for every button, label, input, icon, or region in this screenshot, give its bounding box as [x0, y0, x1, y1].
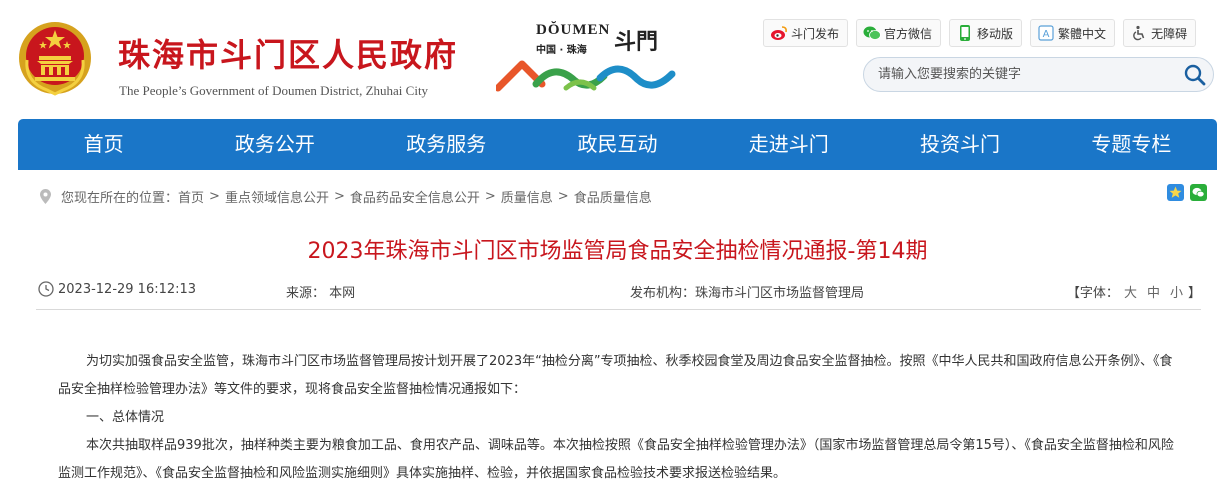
main-nav: 首页 政务公开 政务服务 政民互动 走进斗门 投资斗门 专题专栏	[18, 119, 1217, 170]
clock-icon	[38, 281, 54, 297]
article-paragraph: 本次共抽取样品939批次，抽样种类主要为粮食加工品、食用农产品、调味品等。本次抽…	[58, 438, 1174, 481]
doumen-logo: DŎUMEN 中国 · 珠海 斗門	[496, 22, 676, 100]
font-size-medium[interactable]: 中	[1147, 286, 1160, 301]
breadcrumb-separator: >	[557, 188, 569, 204]
font-size-bracket: 】	[1187, 286, 1201, 301]
breadcrumb-link-food-quality-info[interactable]: 食品质量信息	[574, 187, 652, 206]
breadcrumb-prefix: 您现在所在的位置：	[61, 190, 179, 206]
breadcrumb-separator: >	[484, 188, 496, 204]
breadcrumb-link-key-areas[interactable]: 重点领域信息公开	[225, 187, 329, 206]
site-title[interactable]: 珠海市斗门区人民政府	[118, 30, 458, 76]
site-subtitle: The People’s Government of Doumen Distri…	[119, 83, 429, 98]
nav-item-gov-affairs-open[interactable]: 政务公开	[189, 119, 360, 170]
traditional-chinese-icon: A	[1037, 24, 1055, 42]
traditional-chinese-link[interactable]: A 繁體中文	[1030, 19, 1116, 47]
breadcrumb: 您现在所在的位置： 首页 > 重点领域信息公开 > 食品药品安全信息公开 > 质…	[40, 187, 652, 206]
search-icon	[1184, 64, 1206, 86]
location-pin-icon	[40, 188, 51, 204]
share-buttons	[1167, 184, 1207, 201]
article-meta: 2023-12-29 16:12:13 来源： 本网 发布机构：珠海市斗门区市场…	[36, 275, 1201, 305]
font-size-small[interactable]: 小	[1170, 286, 1183, 301]
svg-text:A: A	[1043, 29, 1050, 40]
mobile-icon	[956, 24, 974, 42]
doumen-logo-brush: 斗門	[614, 29, 659, 55]
doumen-logo-cn: 中国 · 珠海	[536, 45, 587, 56]
article-title: 2023年珠海市斗门区市场监管局食品安全抽检情况通报-第14期	[307, 239, 928, 264]
font-size-label: 【字体：	[1066, 286, 1119, 301]
wechat-share-icon[interactable]	[1190, 184, 1207, 201]
search-button[interactable]	[1181, 61, 1209, 89]
mobile-link-label: 移动版	[977, 26, 1014, 41]
nav-item-special-topics[interactable]: 专题专栏	[1046, 119, 1217, 170]
weibo-icon	[770, 24, 788, 42]
nav-item-interaction[interactable]: 政民互动	[532, 119, 703, 170]
wechat-link-label: 官方微信	[884, 26, 933, 41]
traditional-chinese-link-label: 繁體中文	[1058, 26, 1107, 41]
breadcrumb-separator: >	[209, 188, 220, 204]
article-section-heading: 一、总体情况	[86, 410, 165, 425]
nav-item-gov-services[interactable]: 政务服务	[361, 119, 532, 170]
meta-divider	[36, 309, 1201, 310]
weibo-link[interactable]: 斗门发布	[763, 19, 849, 47]
font-size-controls: 【字体： 大中小】	[1067, 282, 1201, 301]
breadcrumb-separator: >	[333, 188, 345, 204]
font-size-large[interactable]: 大	[1124, 286, 1137, 301]
nav-item-invest-doumen[interactable]: 投资斗门	[874, 119, 1045, 170]
article-body: 为切实加强食品安全监管，珠海市斗门区市场监督管理局按计划开展了2023年“抽检分…	[58, 348, 1180, 488]
article-paragraph: 为切实加强食品安全监管，珠海市斗门区市场监督管理局按计划开展了2023年“抽检分…	[58, 354, 1173, 397]
mobile-link[interactable]: 移动版	[949, 19, 1023, 47]
breadcrumb-link-quality-info[interactable]: 质量信息	[501, 187, 553, 206]
search-box	[863, 57, 1214, 92]
favorite-icon[interactable]	[1167, 184, 1184, 201]
weibo-link-label: 斗门发布	[791, 26, 840, 41]
doumen-wave-icon	[496, 60, 676, 92]
nav-item-home[interactable]: 首页	[18, 119, 189, 170]
nav-item-about-doumen[interactable]: 走进斗门	[703, 119, 874, 170]
search-input[interactable]	[878, 58, 1178, 91]
top-links: 斗门发布 官方微信 移动版 A 繁體中文 无障碍	[763, 19, 1197, 47]
national-emblem-icon	[19, 22, 91, 96]
breadcrumb-link-food-drug-safety[interactable]: 食品药品安全信息公开	[350, 187, 480, 206]
article-source: 来源： 本网	[286, 286, 356, 301]
site-header: 珠海市斗门区人民政府 The People’s Government of Do…	[0, 0, 1229, 118]
wechat-link[interactable]: 官方微信	[856, 19, 942, 47]
publish-date: 2023-12-29 16:12:13	[58, 282, 197, 297]
doumen-logo-en: DŎUMEN	[536, 22, 611, 38]
article-publisher: 发布机构：珠海市斗门区市场监督管理局	[630, 286, 865, 301]
wechat-icon	[863, 24, 881, 42]
breadcrumb-link-home[interactable]: 首页	[178, 187, 204, 206]
accessibility-link[interactable]: 无障碍	[1123, 19, 1197, 47]
accessibility-icon	[1130, 24, 1148, 42]
article-container: 您现在所在的位置： 首页 > 重点领域信息公开 > 食品药品安全信息公开 > 质…	[18, 170, 1217, 496]
accessibility-link-label: 无障碍	[1151, 26, 1188, 41]
